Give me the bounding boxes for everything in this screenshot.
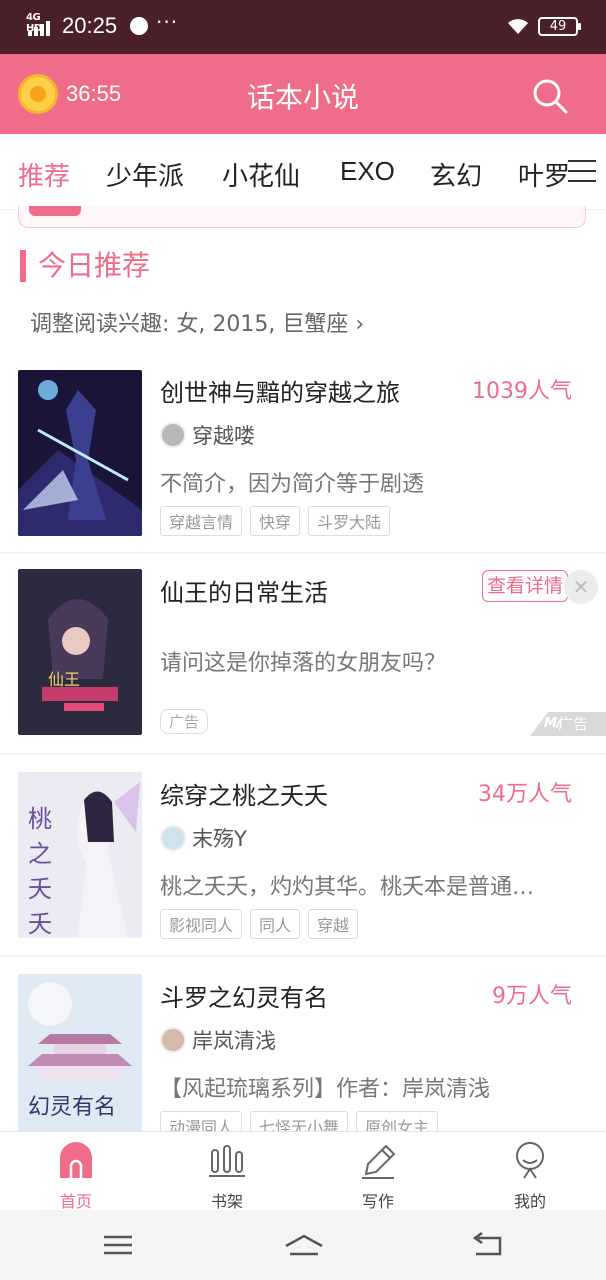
tab-xiaohuaxian[interactable]: 小花仙 (222, 156, 300, 193)
author-name: 末殇Y (192, 827, 247, 851)
author-avatar (160, 825, 186, 851)
tab-recommend[interactable]: 推荐 (18, 156, 70, 193)
ad-label: 广告 (160, 709, 209, 734)
view-details-button[interactable]: 查看详情 (482, 570, 568, 602)
book-author[interactable]: 岸岚清浅 (160, 1025, 276, 1055)
divider (0, 552, 606, 554)
battery-icon: 49 (538, 17, 581, 36)
clock: 20:25 (62, 13, 118, 38)
ad-corner-label: 广告 (558, 715, 589, 733)
svg-text:桃: 桃 (28, 805, 52, 833)
book-cover (18, 370, 142, 536)
book-tags: 影视同人 同人 穿越 (160, 909, 359, 939)
book-tag[interactable]: 斗罗大陆 (308, 506, 391, 536)
book-tag[interactable]: 同人 (250, 909, 301, 939)
reading-interest-link[interactable]: 调整阅读兴趣: 女, 2015, 巨蟹座 › (30, 306, 364, 338)
nav-label: 写作 (361, 1192, 394, 1211)
wifi-icon (508, 19, 528, 34)
home-icon (60, 1142, 92, 1178)
svg-text:之: 之 (28, 840, 52, 868)
book-description: 【风起琉璃系列】作者：岸岚清浅 (160, 1077, 491, 1102)
search-icon[interactable] (530, 76, 570, 116)
system-navigation-bar (0, 1210, 606, 1280)
book-author[interactable]: 穿越喽 (160, 420, 255, 450)
status-bar: 4G HD 20:25 ··· 49 (0, 0, 606, 54)
recent-apps-icon[interactable] (101, 1230, 135, 1260)
book-title[interactable]: 综穿之桃之夭夭 (160, 776, 328, 811)
book-description: 不简介，因为简介等于剧透 (160, 472, 425, 497)
signal-icon: 4G HD (26, 12, 54, 36)
book-tag[interactable]: 穿越 (308, 909, 359, 939)
author-avatar (160, 1027, 186, 1053)
book-tag[interactable]: 影视同人 (160, 909, 243, 939)
notification-icon (130, 17, 148, 35)
ad-corner-badge: M/广告 (530, 712, 606, 736)
divider (0, 955, 606, 957)
nav-label: 我的 (513, 1192, 546, 1211)
book-author[interactable]: 末殇Y (160, 823, 247, 853)
book-popularity: 9万人气 (492, 984, 572, 1009)
bookshelf-icon (209, 1145, 245, 1177)
app-header: 36:55 话本小说 (0, 54, 606, 134)
tab-shaonianpai[interactable]: 少年派 (106, 156, 184, 193)
bottom-navigation: 首页 书架 写作 我的 (0, 1131, 606, 1212)
book-popularity: 34万人气 (478, 782, 572, 807)
nav-bookshelf[interactable]: 书架 (187, 1140, 267, 1212)
svg-text:夭: 夭 (28, 910, 52, 938)
book-title[interactable]: 创世神与黯的穿越之旅 (160, 373, 400, 408)
book-popularity: 1039人气 (472, 379, 572, 404)
svg-text:仙王: 仙王 (48, 670, 80, 689)
author-name: 岸岚清浅 (192, 1029, 276, 1053)
nav-write[interactable]: 写作 (338, 1140, 418, 1212)
svg-text:夭: 夭 (28, 875, 52, 903)
tab-yeluo[interactable]: 叶罗 (518, 156, 570, 193)
divider (0, 753, 606, 755)
app-title: 话本小说 (246, 81, 359, 114)
book-cover: 桃 之 夭 夭 (18, 772, 142, 938)
banner-badge (29, 206, 81, 216)
nav-label: 首页 (59, 1192, 92, 1211)
author-name: 穿越喽 (192, 424, 255, 448)
close-ad-icon[interactable]: ✕ (564, 570, 598, 604)
tab-xuanhuan[interactable]: 玄幻 (430, 156, 482, 193)
nav-profile[interactable]: 我的 (490, 1140, 570, 1212)
ad-description: 请问这是你掉落的女朋友吗？ (160, 651, 447, 676)
tab-exo[interactable]: EXO (340, 156, 395, 187)
svg-text:幻灵有名: 幻灵有名 (28, 1095, 116, 1120)
pencil-icon (362, 1144, 396, 1179)
ad-title[interactable]: 仙王的日常生活 (160, 573, 328, 608)
nav-label: 书架 (210, 1192, 243, 1211)
book-tag[interactable]: 快穿 (250, 506, 301, 536)
notice-banner[interactable] (18, 206, 586, 228)
category-tabs: 推荐 少年派 小花仙 EXO 玄幻 叶罗 (0, 134, 606, 210)
book-tag[interactable]: 穿越言情 (160, 506, 243, 536)
menu-icon[interactable] (568, 160, 596, 182)
home-button-icon[interactable] (284, 1230, 324, 1260)
ad-cover: 仙王 (18, 569, 142, 735)
book-title[interactable]: 斗罗之幻灵有名 (160, 978, 328, 1013)
book-description: 桃之夭夭，灼灼其华。桃夭本是普通… (160, 875, 535, 900)
more-notifications: ··· (156, 10, 179, 34)
back-icon[interactable] (470, 1230, 504, 1260)
book-tags: 穿越言情 快穿 斗罗大陆 (160, 506, 391, 536)
author-avatar (160, 422, 186, 448)
book-cover: 幻灵有名 (18, 974, 142, 1131)
profile-icon (516, 1142, 544, 1179)
nav-home[interactable]: 首页 (36, 1140, 116, 1212)
section-title: 今日推荐 (20, 250, 150, 282)
